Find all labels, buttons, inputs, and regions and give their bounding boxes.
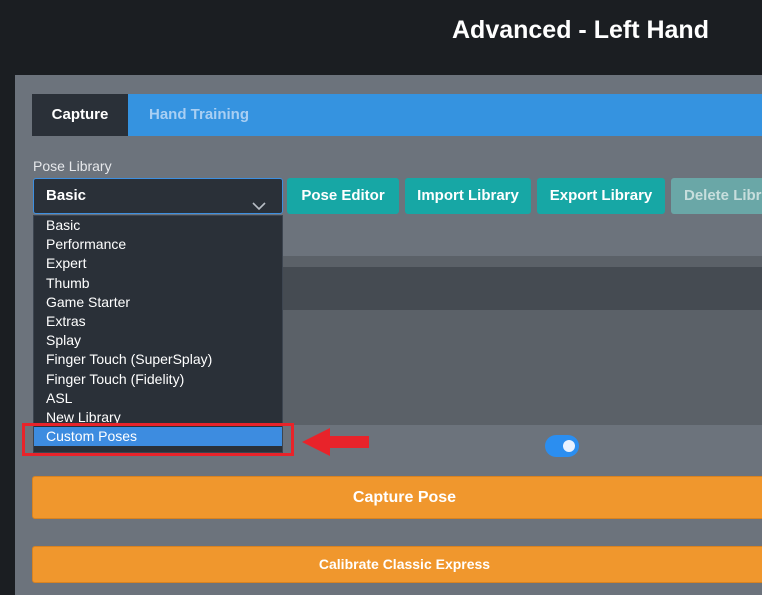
pose-library-selected-value: Basic xyxy=(46,187,87,204)
capture-pose-button[interactable]: Capture Pose xyxy=(32,476,762,519)
pose-list-header xyxy=(283,267,762,310)
pose-library-dropdown: Basic Performance Expert Thumb Game Star… xyxy=(33,215,283,453)
dropdown-option[interactable]: Performance xyxy=(34,235,282,254)
pose-list-area xyxy=(283,310,762,425)
dropdown-option[interactable]: ASL xyxy=(34,389,282,408)
dropdown-option[interactable]: Thumb xyxy=(34,274,282,293)
dropdown-option[interactable]: Splay xyxy=(34,331,282,350)
setting-toggle[interactable] xyxy=(545,435,579,457)
dropdown-option[interactable]: Finger Touch (SuperSplay) xyxy=(34,350,282,369)
dropdown-option[interactable]: Expert xyxy=(34,254,282,273)
dropdown-option[interactable]: Game Starter xyxy=(34,293,282,312)
annotation-arrow-icon xyxy=(302,428,370,461)
pose-editor-button[interactable]: Pose Editor xyxy=(287,178,399,214)
dropdown-option[interactable]: Extras xyxy=(34,312,282,331)
delete-library-button[interactable]: Delete Library xyxy=(671,178,762,214)
dropdown-option[interactable]: Basic xyxy=(34,216,282,235)
tab-bar: Capture Hand Training xyxy=(32,94,762,136)
pose-list-header-bg xyxy=(283,256,762,267)
calibrate-button[interactable]: Calibrate Classic Express xyxy=(32,546,762,583)
page-title: Advanced - Left Hand xyxy=(452,16,709,44)
pose-library-select[interactable]: Basic xyxy=(33,178,283,214)
dropdown-option[interactable]: Finger Touch (Fidelity) xyxy=(34,370,282,389)
annotation-highlight-box xyxy=(22,423,294,456)
export-library-button[interactable]: Export Library xyxy=(537,178,665,214)
tab-capture[interactable]: Capture xyxy=(32,94,128,136)
import-library-button[interactable]: Import Library xyxy=(405,178,531,214)
tab-hand-training[interactable]: Hand Training xyxy=(149,94,249,136)
pose-library-label: Pose Library xyxy=(33,158,112,174)
toggle-knob xyxy=(563,440,575,452)
